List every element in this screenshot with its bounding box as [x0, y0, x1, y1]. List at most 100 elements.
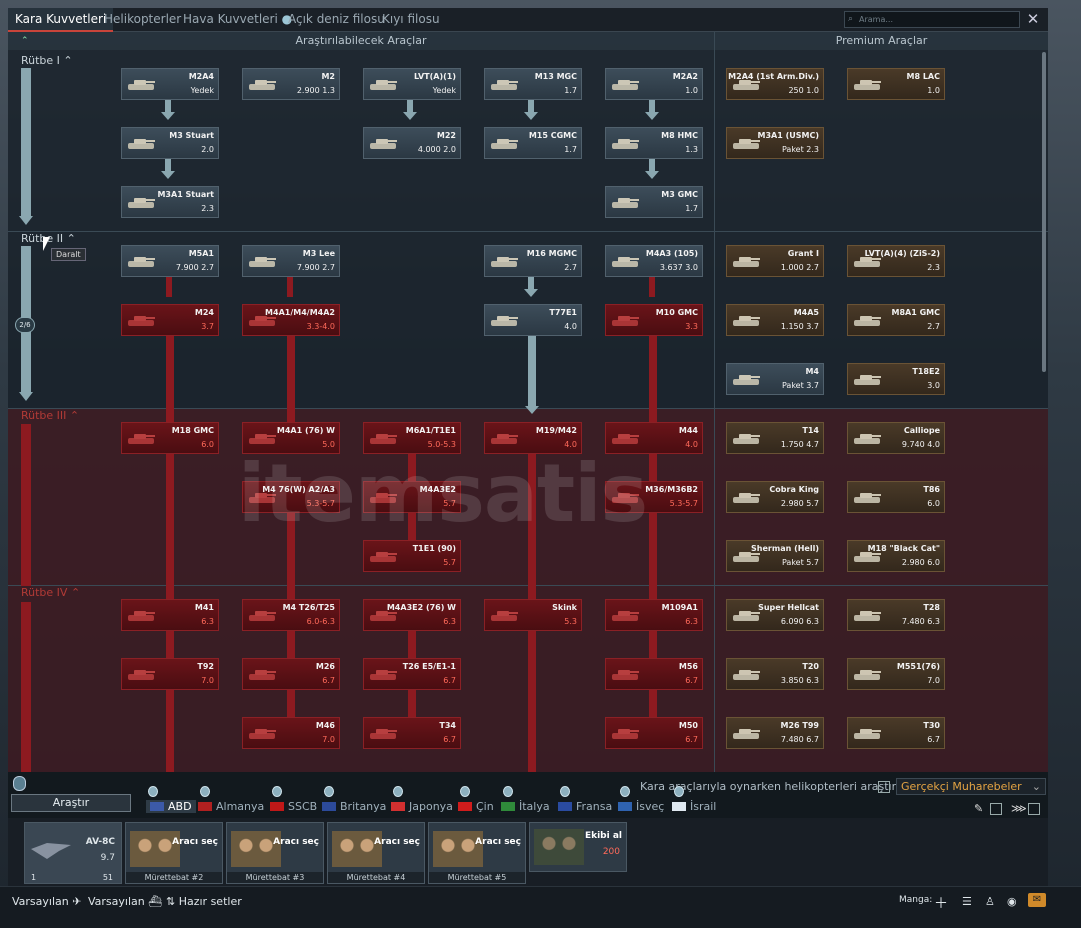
vehicle-card[interactable]: M4A3E2 (76) W 6.3: [363, 599, 461, 631]
vehicle-card[interactable]: M24 3.7: [121, 304, 219, 336]
vehicle-card[interactable]: T20 3.850 6.3: [726, 658, 824, 690]
vehicle-card[interactable]: T28 7.480 6.3: [847, 599, 945, 631]
vehicle-card[interactable]: T34 6.7: [363, 717, 461, 749]
nation-tab[interactable]: Japonya: [391, 786, 453, 813]
crew-slot-5[interactable]: Aracı seç Mürettebat #5: [428, 822, 526, 884]
nation-tab[interactable]: Almanya: [198, 786, 264, 813]
vehicle-name: M8A1 GMC: [891, 308, 940, 317]
ready-presets-button[interactable]: ⇅ Hazır setler: [166, 895, 242, 908]
crew-slot-3[interactable]: Aracı seç Mürettebat #3: [226, 822, 324, 884]
plus-icon[interactable]: ＋: [934, 893, 948, 913]
vehicle-stats: 2.7: [564, 263, 577, 272]
heli-research-checkbox[interactable]: [878, 781, 890, 793]
nation-tab[interactable]: İsveç: [618, 786, 664, 813]
nation-tab[interactable]: Çin: [458, 786, 494, 813]
vehicle-card[interactable]: M22 4.000 2.0: [363, 127, 461, 159]
vehicle-card[interactable]: M50 6.7: [605, 717, 703, 749]
nation-bar: Araştır Kara araçlarıyla oynarken heliko…: [8, 772, 1048, 818]
filter-checkbox-1[interactable]: [990, 803, 1002, 815]
vehicle-card[interactable]: M8A1 GMC 2.7: [847, 304, 945, 336]
nation-tab[interactable]: İsrail: [672, 786, 716, 813]
filter-checkbox-2[interactable]: [1028, 803, 1040, 815]
vehicle-card[interactable]: T77E1 4.0: [484, 304, 582, 336]
filter-icon[interactable]: ⋙: [1011, 802, 1027, 815]
vehicle-card[interactable]: M3 Stuart 2.0: [121, 127, 219, 159]
tab-helicopters[interactable]: Helikopterler: [97, 8, 188, 32]
vehicle-card[interactable]: T1E1 (90) 5.7: [363, 540, 461, 572]
nation-tab[interactable]: Britanya: [322, 786, 386, 813]
vehicle-card[interactable]: LVT(A)(4) (ZiS-2) 2.3: [847, 245, 945, 277]
vehicle-card[interactable]: M3 GMC 1.7: [605, 186, 703, 218]
preset-ground-button[interactable]: Varsayılan ✈: [12, 895, 81, 908]
vehicle-card[interactable]: M109A1 6.3: [605, 599, 703, 631]
vehicle-card[interactable]: M18 "Black Cat" 2.980 6.0: [847, 540, 945, 572]
collapse-all-icon[interactable]: ⌃: [21, 36, 29, 46]
search-input[interactable]: ⌕ Arama...: [844, 11, 1020, 28]
vehicle-card[interactable]: M4A3 (105) 3.637 3.0: [605, 245, 703, 277]
vehicle-card[interactable]: Cobra King 2.980 5.7: [726, 481, 824, 513]
nation-tab[interactable]: SSCB: [270, 786, 317, 813]
crew-slot-2[interactable]: Aracı seç Mürettebat #2: [125, 822, 223, 884]
tab-coastal[interactable]: Kıyı filosu: [375, 8, 447, 32]
vehicle-card[interactable]: M41 6.3: [121, 599, 219, 631]
vehicle-card[interactable]: M3 Lee 7.900 2.7: [242, 245, 340, 277]
vehicle-card[interactable]: M13 MGC 1.7: [484, 68, 582, 100]
vehicle-card[interactable]: M2A4 Yedek: [121, 68, 219, 100]
vehicle-card[interactable]: M8 HMC 1.3: [605, 127, 703, 159]
vehicle-card[interactable]: M551(76) 7.0: [847, 658, 945, 690]
vehicle-card[interactable]: M16 MGMC 2.7: [484, 245, 582, 277]
vehicle-card[interactable]: Calliope 9.740 4.0: [847, 422, 945, 454]
wrench-icon[interactable]: ✎: [974, 802, 983, 815]
vehicle-card[interactable]: T86 6.0: [847, 481, 945, 513]
vehicle-card[interactable]: M26 T99 7.480 6.7: [726, 717, 824, 749]
vehicle-name: M4A1/M4/M4A2: [265, 308, 335, 317]
nation-tab[interactable]: Fransa: [558, 786, 612, 813]
preset-naval-button[interactable]: Varsayılan ⛴: [88, 895, 162, 908]
vehicle-card[interactable]: M2A2 1.0: [605, 68, 703, 100]
vehicle-card[interactable]: Super Hellcat 6.090 6.3: [726, 599, 824, 631]
vehicle-card[interactable]: Skink 5.3: [484, 599, 582, 631]
mail-icon[interactable]: ✉: [1028, 893, 1046, 907]
friends-icon[interactable]: ♙: [985, 895, 995, 908]
vehicle-card[interactable]: M2 2.900 1.3: [242, 68, 340, 100]
list-icon[interactable]: ☰: [962, 895, 972, 908]
scrollbar[interactable]: [1042, 52, 1046, 372]
research-button[interactable]: Araştır: [11, 794, 131, 812]
vehicle-card[interactable]: M26 6.7: [242, 658, 340, 690]
vehicle-card[interactable]: T30 6.7: [847, 717, 945, 749]
vehicle-card[interactable]: M4A5 1.150 3.7: [726, 304, 824, 336]
rank-1-label[interactable]: Rütbe I ⌃: [21, 54, 73, 67]
vehicle-card[interactable]: Grant I 1.000 2.7: [726, 245, 824, 277]
nation-tab[interactable]: ABD: [146, 786, 196, 813]
vehicle-card[interactable]: T26 E5/E1-1 6.7: [363, 658, 461, 690]
vehicle-card[interactable]: M56 6.7: [605, 658, 703, 690]
vehicle-card[interactable]: M3A1 Stuart 2.3: [121, 186, 219, 218]
vehicle-card[interactable]: M4A1/M4/M4A2 3.3-4.0: [242, 304, 340, 336]
vehicle-card[interactable]: M3A1 (USMC) Paket 2.3: [726, 127, 824, 159]
vehicle-card[interactable]: M2A4 (1st Arm.Div.) 250 1.0: [726, 68, 824, 100]
vehicle-card[interactable]: M10 GMC 3.3: [605, 304, 703, 336]
vehicle-card[interactable]: T92 7.0: [121, 658, 219, 690]
vehicle-card[interactable]: M18 GMC 6.0: [121, 422, 219, 454]
crew-slot-1[interactable]: AV-8C 9.7 1 51: [24, 822, 122, 884]
vehicle-card[interactable]: M8 LAC 1.0: [847, 68, 945, 100]
vehicle-card[interactable]: LVT(A)(1) Yedek: [363, 68, 461, 100]
vehicle-card[interactable]: M4 Paket 3.7: [726, 363, 824, 395]
vehicle-card[interactable]: M4 T26/T25 6.0-6.3: [242, 599, 340, 631]
chat-icon[interactable]: ◉: [1007, 895, 1017, 908]
buy-crew-slot[interactable]: Ekibi al 200: [529, 822, 627, 872]
close-icon[interactable]: ✕: [1024, 8, 1042, 30]
vehicle-card[interactable]: T14 1.750 4.7: [726, 422, 824, 454]
vehicle-card[interactable]: M5A1 7.900 2.7: [121, 245, 219, 277]
rank-4-label[interactable]: Rütbe IV ⌃: [21, 586, 80, 599]
vehicle-card[interactable]: T18E2 3.0: [847, 363, 945, 395]
crew-slot-4[interactable]: Aracı seç Mürettebat #4: [327, 822, 425, 884]
battle-mode-select[interactable]: Gerçekçi Muharebeler ⌄: [896, 778, 1046, 795]
tank-icon: [731, 488, 761, 506]
flag-icon: [198, 802, 212, 811]
vehicle-card[interactable]: Sherman (Hell) Paket 5.7: [726, 540, 824, 572]
nation-tab[interactable]: İtalya: [501, 786, 550, 813]
rank-3-label[interactable]: Rütbe III ⌃: [21, 409, 79, 422]
vehicle-card[interactable]: M46 7.0: [242, 717, 340, 749]
vehicle-card[interactable]: M15 CGMC 1.7: [484, 127, 582, 159]
